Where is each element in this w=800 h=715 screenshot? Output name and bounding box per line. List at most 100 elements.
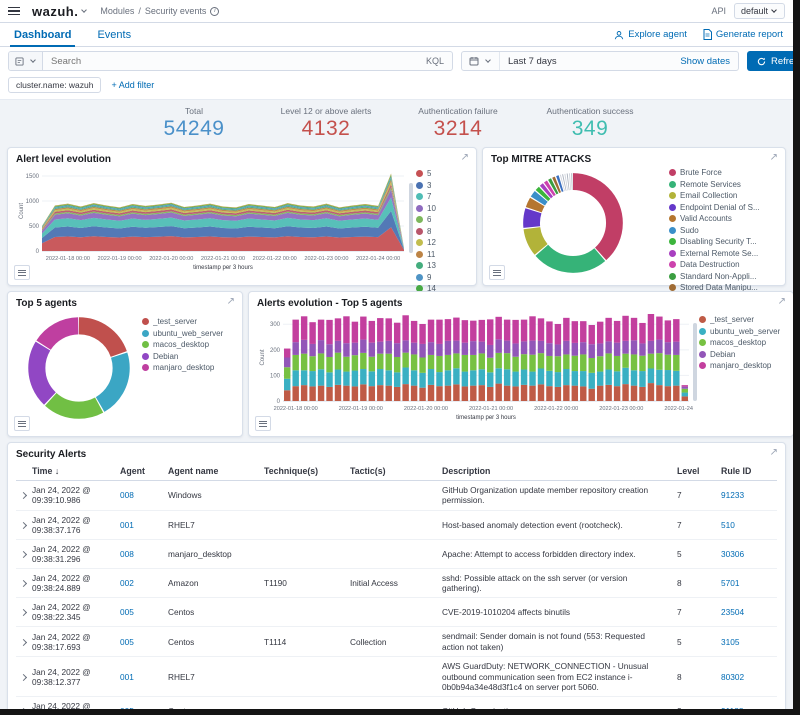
saved-query-menu-button[interactable] [9,52,43,70]
expand-icon[interactable]: ↗ [770,153,778,163]
legend-toggle-icon[interactable] [14,416,30,431]
legend-item[interactable]: 11 [416,250,450,259]
filter-chip-cluster-name[interactable]: cluster.name: wazuh [8,77,102,93]
table-row[interactable]: Jan 24, 2022 @ 09:38:12.377 001 RHEL7 AWS G… [16,657,777,698]
expand-icon[interactable]: ↗ [778,297,786,307]
column-header-level[interactable]: Level [677,466,721,476]
generate-report-button[interactable]: Generate report [703,29,783,40]
refresh-button[interactable]: Refresh [747,51,793,71]
cell-agent-id[interactable]: 008 [120,549,168,559]
cell-agent-id[interactable]: 001 [120,520,168,530]
legend-toggle-icon[interactable] [14,265,30,280]
cell-rule-id[interactable]: 80302 [721,672,777,682]
column-header-agent[interactable]: Agent [120,466,168,476]
search-input[interactable] [43,55,426,67]
cell-rule-id[interactable]: 5701 [721,578,777,588]
expand-icon[interactable]: ↗ [227,297,235,307]
legend-item[interactable]: manjaro_desktop [142,363,234,372]
legend-item[interactable]: _test_server [142,317,234,326]
table-row[interactable]: Jan 24, 2022 @ 09:38:31.296 008 manjaro_de… [16,540,777,569]
chart-scrollbar[interactable] [693,323,697,401]
table-row[interactable]: Jan 24, 2022 @ 09:38:37.176 001 RHEL7 Host-… [16,511,777,540]
legend-item[interactable]: 7 [416,192,450,201]
logo-chevron-down-icon[interactable] [81,7,88,13]
breadcrumb-page[interactable]: Security events [145,6,207,16]
wazuh-logo[interactable]: wazuh. [32,4,78,19]
expand-row-chevron-icon[interactable] [16,672,32,682]
legend-item[interactable]: Standard Non-Appli... [669,272,777,281]
cell-agent-id[interactable]: 002 [120,578,168,588]
legend-item[interactable]: 6 [416,215,450,224]
legend-item[interactable]: 8 [416,227,450,236]
column-header-agent-name[interactable]: Agent name [168,466,264,476]
legend-item[interactable]: 12 [416,238,450,247]
cell-agent-id[interactable]: 008 [120,490,168,500]
breadcrumb-section[interactable]: Modules [100,6,134,16]
legend-item[interactable]: 5 [416,169,450,178]
alerts-evolution-bar-chart[interactable]: 0 100 200 300 2022-01-18 00:00 2022-01-19 00:… [257,309,709,434]
column-header-tactic-s-[interactable]: Tactic(s) [350,466,442,476]
legend-item[interactable]: 13 [416,261,450,270]
table-row[interactable]: Jan 24, 2022 @ 09:39:10.986 008 Windows Git… [16,481,777,511]
column-header-technique-s-[interactable]: Technique(s) [264,466,350,476]
legend-item[interactable]: macos_desktop [699,338,785,347]
cell-agent-id[interactable]: 005 [120,706,168,709]
column-header-description[interactable]: Description [442,466,677,476]
legend-item[interactable]: 9 [416,273,450,282]
alert-level-evolution-chart[interactable]: 0 500 1000 1500 2022-01-18 00:00 2022-01-19 0… [16,165,408,307]
info-icon[interactable]: i [210,6,220,16]
legend-item[interactable]: 3 [416,181,450,190]
table-row[interactable]: Jan 24, 2022 @ 09:38:03.373 005Centos GitH… [16,697,777,709]
table-row[interactable]: Jan 24, 2022 @ 09:38:24.889 002 Amazon T119… [16,569,777,599]
expand-row-chevron-icon[interactable] [16,549,32,559]
add-filter-button[interactable]: + Add filter [111,80,154,90]
cell-rule-id[interactable]: 30306 [721,549,777,559]
calendar-menu-button[interactable] [462,52,500,70]
expand-row-chevron-icon[interactable] [16,607,32,617]
legend-item[interactable]: Debian [699,350,785,359]
expand-row-chevron-icon[interactable] [16,490,32,500]
legend-toggle-icon[interactable] [489,265,505,280]
legend-item[interactable]: Remote Services [669,180,777,189]
api-selector[interactable]: default [733,3,785,19]
legend-item[interactable]: Disabling Security T... [669,237,777,246]
expand-icon[interactable]: ↗ [461,153,469,163]
expand-row-chevron-icon[interactable] [16,637,32,647]
explore-agent-button[interactable]: Explore agent [614,29,687,40]
legend-item[interactable]: ubuntu_web_server [142,329,234,338]
legend-item[interactable]: Debian [142,352,234,361]
legend-item[interactable]: External Remote Se... [669,249,777,258]
kql-label[interactable]: KQL [426,56,452,66]
legend-toggle-icon[interactable] [255,416,271,431]
menu-icon[interactable] [8,5,22,18]
table-row[interactable]: Jan 24, 2022 @ 09:38:22.345 005 Centos CVE-… [16,598,777,628]
legend-item[interactable]: 10 [416,204,450,213]
cell-rule-id[interactable]: 23504 [721,607,777,617]
legend-item[interactable]: Endpoint Denial of S... [669,203,777,212]
legend-item[interactable]: _test_server [699,315,785,324]
table-row[interactable]: Jan 24, 2022 @ 09:38:17.693 005 Centos T111… [16,627,777,658]
column-header-rule-id[interactable]: Rule ID [721,466,777,476]
cell-agent-id[interactable]: 005 [120,607,168,617]
expand-row-chevron-icon[interactable] [16,578,32,588]
legend-item[interactable]: Data Destruction [669,260,777,269]
tab-events[interactable]: Events [93,23,135,46]
legend-item[interactable]: Valid Accounts [669,214,777,223]
expand-icon[interactable]: ↗ [770,448,778,458]
legend-item[interactable]: ubuntu_web_server [699,327,785,336]
show-dates-button[interactable]: Show dates [680,56,738,67]
legend-item[interactable]: manjaro_desktop [699,361,785,370]
agents-donut-chart[interactable] [22,311,136,430]
legend-item[interactable]: Brute Force [669,168,777,177]
expand-row-chevron-icon[interactable] [16,706,32,709]
cell-rule-id[interactable]: 3105 [721,637,777,647]
time-range-value[interactable]: Last 7 days [500,56,680,67]
cell-rule-id[interactable]: 91188 [721,706,777,709]
column-header-time[interactable]: Time ↓ [32,466,120,476]
cell-agent-id[interactable]: 005 [120,637,168,647]
legend-item[interactable]: Email Collection [669,191,777,200]
expand-row-chevron-icon[interactable] [16,520,32,530]
cell-rule-id[interactable]: 91233 [721,490,777,500]
legend-scrollbar[interactable] [409,183,413,253]
mitre-donut-chart[interactable] [517,167,629,306]
